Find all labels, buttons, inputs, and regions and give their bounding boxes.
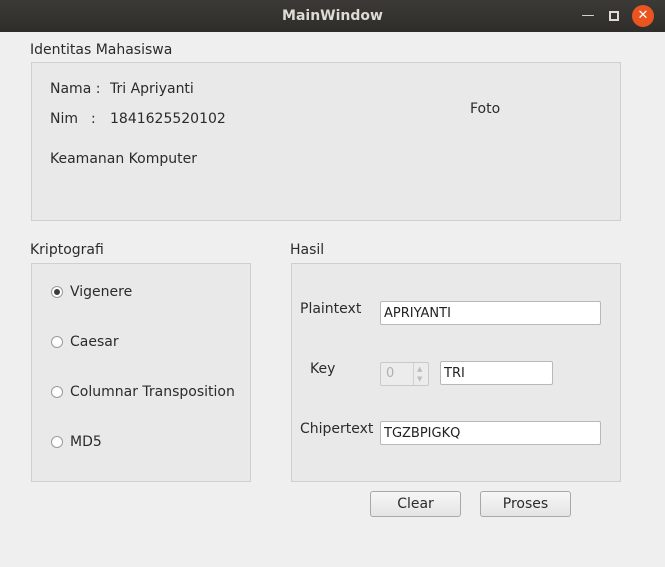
key-spinbox-arrows[interactable]: ▲ ▼: [413, 363, 428, 385]
radio-md5[interactable]: [51, 436, 63, 448]
plaintext-label: Plaintext: [300, 301, 362, 317]
minimize-icon[interactable]: —: [578, 6, 598, 26]
identity-group-title: Identitas Mahasiswa: [30, 42, 173, 58]
kriptografi-group: [31, 263, 251, 482]
proses-button[interactable]: Proses: [480, 491, 571, 517]
radio-vigenere-label[interactable]: Vigenere: [70, 284, 132, 300]
course-label: Keamanan Komputer: [50, 151, 197, 167]
nim-colon: :: [91, 111, 96, 127]
nim-value: 1841625520102: [110, 111, 226, 127]
radio-columnar[interactable]: [51, 386, 63, 398]
key-input[interactable]: [440, 361, 553, 385]
close-icon[interactable]: ✕: [632, 5, 654, 27]
plaintext-input[interactable]: [380, 301, 601, 325]
spin-down-icon[interactable]: ▼: [417, 375, 422, 383]
radio-caesar[interactable]: [51, 336, 63, 348]
title-bar: MainWindow — ✕: [0, 0, 665, 32]
nim-label: Nim: [50, 111, 78, 127]
nama-label: Nama :: [50, 81, 101, 97]
chipertext-input[interactable]: [380, 421, 601, 445]
maximize-icon[interactable]: [604, 6, 624, 26]
radio-vigenere[interactable]: [51, 286, 63, 298]
hasil-group-title: Hasil: [290, 242, 325, 258]
chipertext-label: Chipertext: [300, 421, 374, 437]
radio-caesar-label[interactable]: Caesar: [70, 334, 119, 350]
radio-md5-label[interactable]: MD5: [70, 434, 102, 450]
key-spinbox[interactable]: 0 ▲ ▼: [380, 362, 429, 386]
spin-up-icon[interactable]: ▲: [417, 365, 422, 373]
window-title: MainWindow: [282, 8, 383, 24]
radio-columnar-label[interactable]: Columnar Transposition: [70, 384, 235, 400]
key-spinbox-value: 0: [386, 366, 395, 381]
nama-value: Tri Apriyanti: [110, 81, 194, 97]
foto-label: Foto: [470, 101, 501, 117]
key-label: Key: [310, 361, 336, 377]
kriptografi-group-title: Kriptografi: [30, 242, 104, 258]
clear-button[interactable]: Clear: [370, 491, 461, 517]
